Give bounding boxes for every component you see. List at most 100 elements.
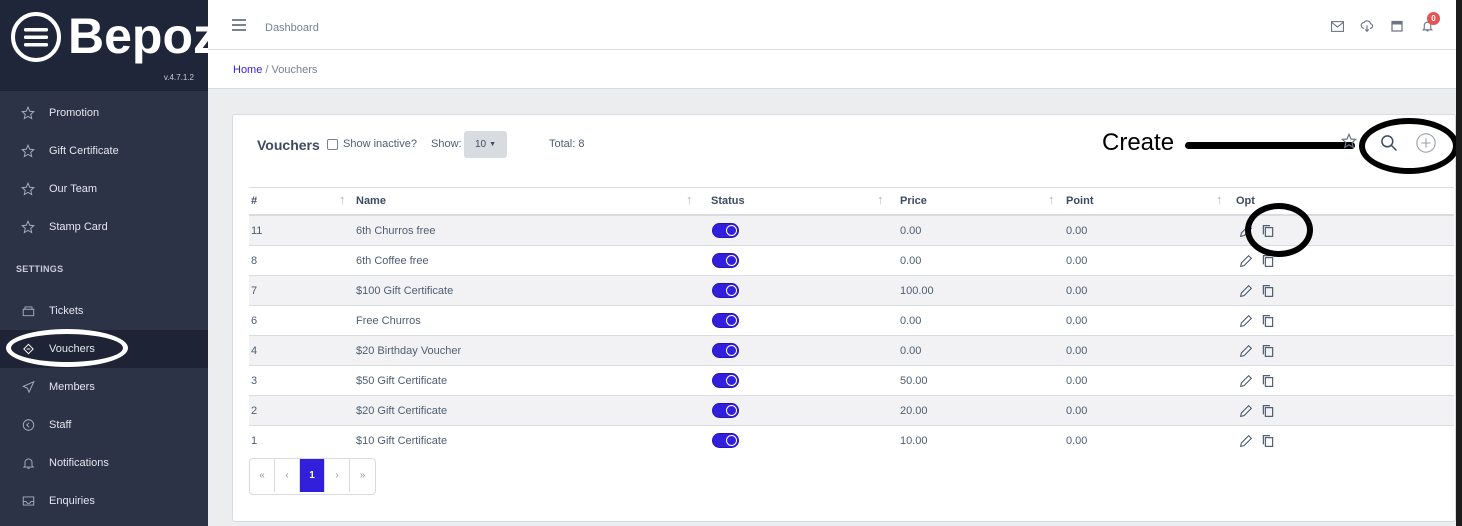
calendar-icon[interactable]: [1382, 14, 1412, 38]
brand-name: Bepoz: [68, 8, 218, 64]
pagination-prev[interactable]: ‹: [275, 459, 300, 492]
create-plus-icon[interactable]: [1415, 132, 1437, 154]
show-label: Show:: [431, 138, 462, 150]
vouchers-card: Vouchers Show inactive? Show: 10 ▼ Total…: [232, 114, 1459, 522]
edit-pencil-icon[interactable]: [1238, 283, 1254, 299]
clock-icon: [18, 417, 38, 433]
cell-id: 3: [249, 365, 341, 396]
cell-id: 7: [249, 275, 341, 306]
notification-bell-icon[interactable]: 0: [1412, 12, 1442, 38]
table-row: 2 $20 Gift Certificate 20.00 0.00: [249, 395, 1454, 426]
total-count: Total: 8: [549, 138, 585, 150]
vouchers-table: # ↑ Name ↑ Status ↑ Price ↑ Point ↑ Opt 11 6th…: [249, 187, 1454, 455]
edit-pencil-icon[interactable]: [1238, 313, 1254, 329]
column-header-options[interactable]: ↑ Opt: [1216, 187, 1454, 216]
annotation-create-label: Create: [1102, 129, 1175, 156]
status-toggle[interactable]: [712, 283, 739, 298]
sidebar-item-notifications[interactable]: Notifications: [0, 444, 208, 482]
copy-icon[interactable]: [1260, 433, 1276, 449]
sidebar-item-stamp-card[interactable]: Stamp Card: [0, 208, 208, 246]
edit-pencil-icon[interactable]: [1238, 253, 1254, 269]
copy-icon[interactable]: [1260, 253, 1276, 269]
cell-point: 0.00: [1054, 335, 1224, 366]
sidebar-item-our-team[interactable]: Our Team: [0, 170, 208, 208]
sidebar-item-label: Stamp Card: [49, 221, 108, 233]
header-nav-dashboard[interactable]: Dashboard: [265, 22, 319, 34]
cell-options: [1224, 395, 1454, 426]
edit-pencil-icon[interactable]: [1238, 373, 1254, 389]
sidebar-item-promotion[interactable]: Promotion: [0, 94, 208, 132]
cell-options: [1224, 425, 1454, 455]
page-size-select[interactable]: 10 ▼: [464, 131, 507, 158]
page-size-value: 10: [474, 139, 487, 150]
status-toggle[interactable]: [712, 433, 739, 448]
cell-status: [691, 305, 883, 336]
copy-icon[interactable]: [1260, 313, 1276, 329]
sidebar-item-label: Notifications: [49, 457, 109, 469]
breadcrumb-home-link[interactable]: Home: [233, 64, 262, 76]
status-toggle[interactable]: [712, 313, 739, 328]
sidebar-item-staff[interactable]: Staff: [0, 406, 208, 444]
column-header-point[interactable]: Point: [1054, 187, 1224, 216]
hamburger-menu-icon[interactable]: [232, 19, 246, 31]
copy-icon[interactable]: [1260, 283, 1276, 299]
pagination-first[interactable]: «: [250, 459, 275, 492]
status-toggle[interactable]: [712, 403, 739, 418]
pagination-page-1[interactable]: 1: [300, 459, 325, 492]
cell-status: [691, 365, 883, 396]
status-toggle[interactable]: [712, 343, 739, 358]
cell-status: [691, 214, 883, 246]
annotation-circle-tools: [1359, 118, 1459, 174]
cell-id: 6: [249, 305, 341, 336]
menu-circle-logo-icon: [11, 12, 61, 62]
cell-point: 0.00: [1054, 275, 1224, 306]
search-icon[interactable]: [1379, 133, 1399, 153]
edit-pencil-icon[interactable]: [1238, 433, 1254, 449]
pagination-next[interactable]: ›: [325, 459, 350, 492]
column-header-name[interactable]: Name ↑: [341, 187, 693, 216]
table-row: 8 6th Coffee free 0.00 0.00: [249, 245, 1454, 276]
send-icon: [18, 379, 38, 395]
edit-pencil-icon[interactable]: [1238, 223, 1254, 239]
edit-pencil-icon[interactable]: [1238, 403, 1254, 419]
sidebar-item-tickets[interactable]: Tickets: [0, 292, 208, 330]
copy-icon[interactable]: [1260, 343, 1276, 359]
copy-icon[interactable]: [1260, 403, 1276, 419]
brand[interactable]: Bepoz v.4.7.1.2: [0, 0, 218, 91]
sidebar-item-label: Enquiries: [49, 495, 95, 507]
status-toggle[interactable]: [712, 223, 739, 238]
pagination-last[interactable]: »: [350, 459, 375, 492]
column-header-id[interactable]: # ↑: [249, 187, 346, 216]
star-icon: [18, 105, 38, 121]
header-icons: 0: [1322, 12, 1442, 38]
star-icon: [18, 219, 38, 235]
sidebar-item-vouchers[interactable]: Vouchers: [0, 330, 208, 368]
mail-icon[interactable]: [1322, 14, 1352, 38]
brand-version: v.4.7.1.2: [163, 73, 194, 82]
edit-pencil-icon[interactable]: [1238, 343, 1254, 359]
sidebar-item-enquiries[interactable]: Enquiries: [0, 482, 208, 520]
cell-price: 0.00: [883, 335, 1054, 366]
star-icon[interactable]: [1341, 133, 1357, 149]
cell-point: 0.00: [1054, 365, 1224, 396]
column-header-status[interactable]: Status ↑: [691, 187, 884, 216]
column-header-price[interactable]: Price ↑: [883, 187, 1055, 216]
table-row: 4 $20 Birthday Voucher 0.00 0.00: [249, 335, 1454, 366]
cloud-download-icon[interactable]: [1352, 14, 1382, 38]
cell-name: $50 Gift Certificate: [341, 365, 691, 396]
sidebar-section-title: SETTINGS: [16, 264, 64, 274]
status-toggle[interactable]: [712, 253, 739, 268]
cell-point: 0.00: [1054, 245, 1224, 276]
breadcrumb-current: Vouchers: [271, 64, 318, 76]
sidebar-item-members[interactable]: Members: [0, 368, 208, 406]
sidebar-item-label: Tickets: [49, 305, 84, 317]
show-inactive-checkbox[interactable]: [327, 139, 338, 150]
sidebar: Bepoz v.4.7.1.2 Promotion Gift Certifica…: [0, 0, 218, 526]
sidebar-item-gift-certificate[interactable]: Gift Certificate: [0, 132, 208, 170]
sidebar-item-label: Staff: [49, 419, 72, 431]
sidebar-item-label: Promotion: [49, 107, 100, 119]
status-toggle[interactable]: [712, 373, 739, 388]
copy-icon[interactable]: [1260, 373, 1276, 389]
cell-status: [691, 425, 883, 455]
copy-icon[interactable]: [1260, 223, 1276, 239]
